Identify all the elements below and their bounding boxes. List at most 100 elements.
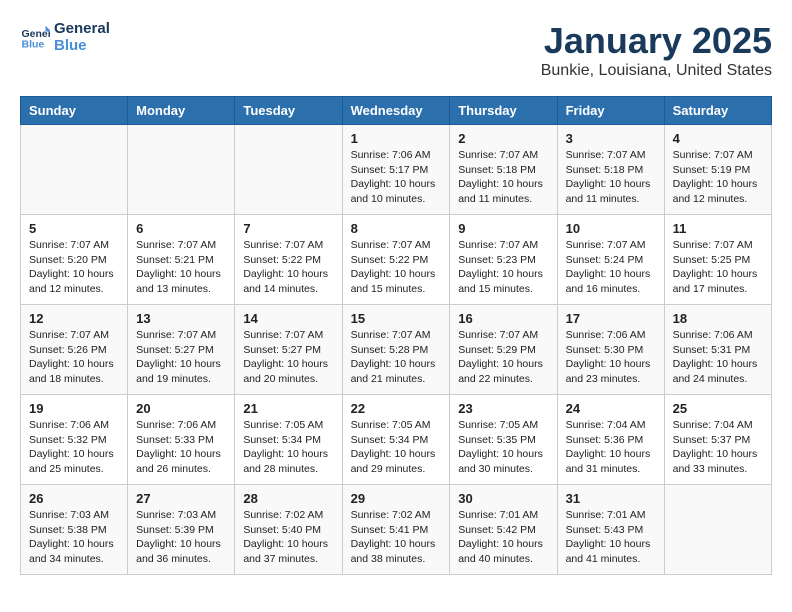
day-cell <box>664 485 771 575</box>
day-cell: 12Sunrise: 7:07 AM Sunset: 5:26 PM Dayli… <box>21 305 128 395</box>
day-number: 23 <box>458 401 548 416</box>
day-info: Sunrise: 7:06 AM Sunset: 5:17 PM Dayligh… <box>351 148 442 207</box>
day-cell: 9 Sunrise: 7:07 AM Sunset: 5:23 PM Daylig… <box>450 215 557 305</box>
day-number: 26 <box>29 491 119 506</box>
day-number: 3 <box>566 131 656 146</box>
day-cell: 10 Sunrise: 7:07 AM Sunset: 5:24 PM Dayli… <box>557 215 664 305</box>
day-info: Sunrise: 7:07 AM Sunset: 5:21 PM Dayligh… <box>136 238 226 297</box>
day-number: 14 <box>243 311 333 326</box>
day-cell: 18 Sunrise: 7:06 AM Sunset: 5:31 PM Dayli… <box>664 305 771 395</box>
day-cell: 1 Sunrise: 7:06 AM Sunset: 5:17 PM Daylig… <box>342 125 450 215</box>
day-info: Sunrise: 7:03 AM Sunset: 5:38 PM Dayligh… <box>29 508 119 567</box>
day-number: 24 <box>566 401 656 416</box>
day-info: Sunrise: 7:02 AM Sunset: 5:41 PM Dayligh… <box>351 508 442 567</box>
day-cell: 3 Sunrise: 7:07 AM Sunset: 5:18 PM Daylig… <box>557 125 664 215</box>
week-row-5: 26 Sunrise: 7:03 AM Sunset: 5:38 PM Dayli… <box>21 485 772 575</box>
day-cell: 16 Sunrise: 7:07 AM Sunset: 5:29 PM Dayli… <box>450 305 557 395</box>
week-row-2: 5Sunrise: 7:07 AM Sunset: 5:20 PM Daylig… <box>21 215 772 305</box>
day-info: Sunrise: 7:07 AM Sunset: 5:18 PM Dayligh… <box>566 148 656 207</box>
day-info: Sunrise: 7:03 AM Sunset: 5:39 PM Dayligh… <box>136 508 226 567</box>
header-cell-tuesday: Tuesday <box>235 97 342 125</box>
day-number: 4 <box>673 131 763 146</box>
day-number: 15 <box>351 311 442 326</box>
day-cell: 15 Sunrise: 7:07 AM Sunset: 5:28 PM Dayli… <box>342 305 450 395</box>
day-info: Sunrise: 7:07 AM Sunset: 5:28 PM Dayligh… <box>351 328 442 387</box>
day-info: Sunrise: 7:02 AM Sunset: 5:40 PM Dayligh… <box>243 508 333 567</box>
day-number: 19 <box>29 401 119 416</box>
day-number: 7 <box>243 221 333 236</box>
day-cell: 19 Sunrise: 7:06 AM Sunset: 5:32 PM Dayli… <box>21 395 128 485</box>
day-info: Sunrise: 7:06 AM Sunset: 5:32 PM Dayligh… <box>29 418 119 477</box>
day-info: Sunrise: 7:07 AM Sunset: 5:29 PM Dayligh… <box>458 328 548 387</box>
day-number: 31 <box>566 491 656 506</box>
header-cell-friday: Friday <box>557 97 664 125</box>
day-cell: 11Sunrise: 7:07 AM Sunset: 5:25 PM Dayli… <box>664 215 771 305</box>
day-cell: 26 Sunrise: 7:03 AM Sunset: 5:38 PM Dayli… <box>21 485 128 575</box>
day-info: Sunrise: 7:04 AM Sunset: 5:37 PM Dayligh… <box>673 418 763 477</box>
day-cell: 8 Sunrise: 7:07 AM Sunset: 5:22 PM Daylig… <box>342 215 450 305</box>
day-cell: 24 Sunrise: 7:04 AM Sunset: 5:36 PM Dayli… <box>557 395 664 485</box>
day-info: Sunrise: 7:06 AM Sunset: 5:31 PM Dayligh… <box>673 328 763 387</box>
day-number: 29 <box>351 491 442 506</box>
day-info: Sunrise: 7:06 AM Sunset: 5:30 PM Dayligh… <box>566 328 656 387</box>
day-cell: 29 Sunrise: 7:02 AM Sunset: 5:41 PM Dayli… <box>342 485 450 575</box>
day-number: 1 <box>351 131 442 146</box>
day-cell: 30 Sunrise: 7:01 AM Sunset: 5:42 PM Dayli… <box>450 485 557 575</box>
day-cell: 27Sunrise: 7:03 AM Sunset: 5:39 PM Dayli… <box>128 485 235 575</box>
header-cell-thursday: Thursday <box>450 97 557 125</box>
day-cell: 6 Sunrise: 7:07 AM Sunset: 5:21 PM Daylig… <box>128 215 235 305</box>
week-row-1: 1 Sunrise: 7:06 AM Sunset: 5:17 PM Daylig… <box>21 125 772 215</box>
page-header: General Blue General Blue January 2025 B… <box>20 20 772 80</box>
day-cell: 5Sunrise: 7:07 AM Sunset: 5:20 PM Daylig… <box>21 215 128 305</box>
day-number: 16 <box>458 311 548 326</box>
header-cell-sunday: Sunday <box>21 97 128 125</box>
day-info: Sunrise: 7:07 AM Sunset: 5:18 PM Dayligh… <box>458 148 548 207</box>
header-cell-saturday: Saturday <box>664 97 771 125</box>
day-info: Sunrise: 7:07 AM Sunset: 5:27 PM Dayligh… <box>136 328 226 387</box>
day-info: Sunrise: 7:04 AM Sunset: 5:36 PM Dayligh… <box>566 418 656 477</box>
day-number: 28 <box>243 491 333 506</box>
svg-text:Blue: Blue <box>22 39 45 51</box>
day-info: Sunrise: 7:07 AM Sunset: 5:20 PM Dayligh… <box>29 238 119 297</box>
day-number: 18 <box>673 311 763 326</box>
day-info: Sunrise: 7:07 AM Sunset: 5:22 PM Dayligh… <box>351 238 442 297</box>
logo-name: General Blue <box>54 20 110 54</box>
day-info: Sunrise: 7:07 AM Sunset: 5:25 PM Dayligh… <box>673 238 763 297</box>
day-number: 22 <box>351 401 442 416</box>
day-info: Sunrise: 7:07 AM Sunset: 5:23 PM Dayligh… <box>458 238 548 297</box>
header-cell-monday: Monday <box>128 97 235 125</box>
day-info: Sunrise: 7:01 AM Sunset: 5:43 PM Dayligh… <box>566 508 656 567</box>
week-row-3: 12Sunrise: 7:07 AM Sunset: 5:26 PM Dayli… <box>21 305 772 395</box>
day-cell: 14 Sunrise: 7:07 AM Sunset: 5:27 PM Dayli… <box>235 305 342 395</box>
day-number: 6 <box>136 221 226 236</box>
day-cell: 28 Sunrise: 7:02 AM Sunset: 5:40 PM Dayli… <box>235 485 342 575</box>
day-number: 25 <box>673 401 763 416</box>
logo: General Blue General Blue <box>20 20 110 54</box>
day-cell: 22Sunrise: 7:05 AM Sunset: 5:34 PM Dayli… <box>342 395 450 485</box>
header-row: SundayMondayTuesdayWednesdayThursdayFrid… <box>21 97 772 125</box>
calendar-subtitle: Bunkie, Louisiana, United States <box>541 62 772 80</box>
week-row-4: 19 Sunrise: 7:06 AM Sunset: 5:32 PM Dayli… <box>21 395 772 485</box>
day-number: 10 <box>566 221 656 236</box>
day-info: Sunrise: 7:07 AM Sunset: 5:19 PM Dayligh… <box>673 148 763 207</box>
day-number: 2 <box>458 131 548 146</box>
day-number: 8 <box>351 221 442 236</box>
day-info: Sunrise: 7:05 AM Sunset: 5:35 PM Dayligh… <box>458 418 548 477</box>
day-info: Sunrise: 7:07 AM Sunset: 5:26 PM Dayligh… <box>29 328 119 387</box>
day-info: Sunrise: 7:05 AM Sunset: 5:34 PM Dayligh… <box>243 418 333 477</box>
day-number: 30 <box>458 491 548 506</box>
day-number: 9 <box>458 221 548 236</box>
header-cell-wednesday: Wednesday <box>342 97 450 125</box>
day-cell: 25 Sunrise: 7:04 AM Sunset: 5:37 PM Dayli… <box>664 395 771 485</box>
day-info: Sunrise: 7:01 AM Sunset: 5:42 PM Dayligh… <box>458 508 548 567</box>
day-info: Sunrise: 7:07 AM Sunset: 5:27 PM Dayligh… <box>243 328 333 387</box>
day-number: 20 <box>136 401 226 416</box>
day-cell: 2 Sunrise: 7:07 AM Sunset: 5:18 PM Daylig… <box>450 125 557 215</box>
day-cell: 13Sunrise: 7:07 AM Sunset: 5:27 PM Dayli… <box>128 305 235 395</box>
day-cell: 31 Sunrise: 7:01 AM Sunset: 5:43 PM Dayli… <box>557 485 664 575</box>
day-info: Sunrise: 7:07 AM Sunset: 5:24 PM Dayligh… <box>566 238 656 297</box>
day-cell: 4 Sunrise: 7:07 AM Sunset: 5:19 PM Daylig… <box>664 125 771 215</box>
day-cell: 7Sunrise: 7:07 AM Sunset: 5:22 PM Daylig… <box>235 215 342 305</box>
day-cell: 23 Sunrise: 7:05 AM Sunset: 5:35 PM Dayli… <box>450 395 557 485</box>
day-cell <box>21 125 128 215</box>
